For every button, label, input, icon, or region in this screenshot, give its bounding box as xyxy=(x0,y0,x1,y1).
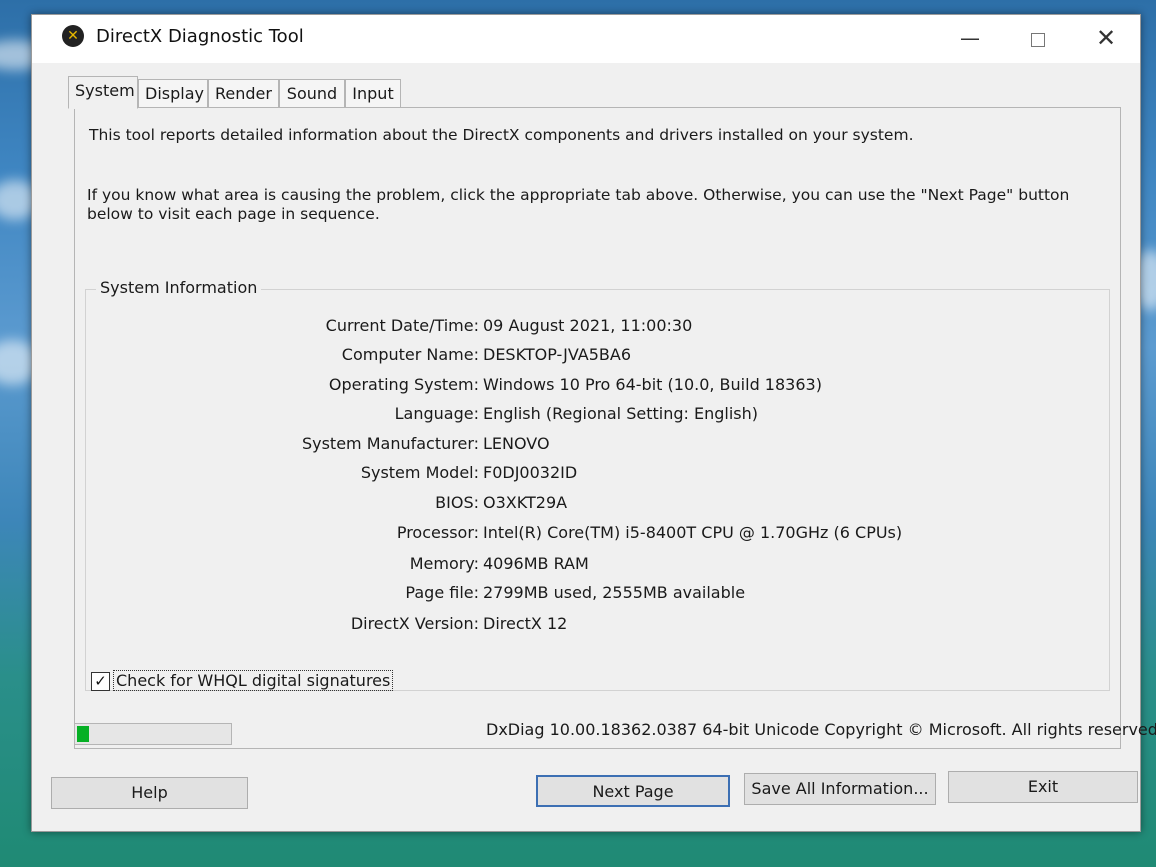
info-row-computer-name: Computer Name: DESKTOP-JVA5BA6 xyxy=(86,345,1086,371)
info-value: DirectX 12 xyxy=(483,614,568,633)
copyright-text: DxDiag 10.00.18362.0387 64-bit Unicode C… xyxy=(486,720,1156,739)
info-row-directx-version: DirectX Version: DirectX 12 xyxy=(86,614,1086,640)
info-value: English (Regional Setting: English) xyxy=(483,404,758,423)
info-value: 09 August 2021, 11:00:30 xyxy=(483,316,693,335)
instructions-text: If you know what area is causing the pro… xyxy=(87,186,1070,223)
info-row-date-time: Current Date/Time: 09 August 2021, 11:00… xyxy=(86,316,1086,342)
info-value: Windows 10 Pro 64-bit (10.0, Build 18363… xyxy=(483,375,822,394)
close-button[interactable]: ✕ xyxy=(1084,23,1128,53)
system-information-group: System Information Current Date/Time: 09… xyxy=(85,278,1110,691)
progress-bar xyxy=(74,723,232,745)
info-row-bios: BIOS: O3XKT29A xyxy=(86,493,1086,519)
tab-render[interactable]: Render xyxy=(208,79,279,108)
title-bar[interactable]: ✕ DirectX Diagnostic Tool — ✕ xyxy=(32,15,1140,63)
info-row-model: System Model: F0DJ0032ID xyxy=(86,463,1086,489)
tab-input[interactable]: Input xyxy=(345,79,401,108)
tab-display[interactable]: Display xyxy=(138,79,208,108)
info-row-page-file: Page file: 2799MB used, 2555MB available xyxy=(86,583,1086,609)
maximize-button[interactable] xyxy=(1016,23,1060,53)
info-row-memory: Memory: 4096MB RAM xyxy=(86,554,1086,580)
info-label: Language: xyxy=(394,404,479,423)
exit-button[interactable]: Exit xyxy=(948,771,1138,803)
info-label: Current Date/Time: xyxy=(325,316,479,335)
info-value: F0DJ0032ID xyxy=(483,463,578,482)
minimize-button[interactable]: — xyxy=(948,23,992,53)
info-value: O3XKT29A xyxy=(483,493,568,512)
info-label: Memory: xyxy=(409,554,479,573)
help-button[interactable]: Help xyxy=(51,777,248,809)
info-value: LENOVO xyxy=(483,434,550,453)
info-row-language: Language: English (Regional Setting: Eng… xyxy=(86,404,1086,430)
info-value: DESKTOP-JVA5BA6 xyxy=(483,345,632,364)
window-title: DirectX Diagnostic Tool xyxy=(96,26,304,47)
info-label: System Model: xyxy=(360,463,479,482)
system-tab-panel: This tool reports detailed information a… xyxy=(74,107,1121,749)
save-all-information-button[interactable]: Save All Information... xyxy=(744,773,936,805)
maximize-icon xyxy=(1031,32,1045,47)
info-label: Processor: xyxy=(396,523,479,542)
info-value: Intel(R) Core(TM) i5-8400T CPU @ 1.70GHz… xyxy=(483,523,903,542)
intro-text: This tool reports detailed information a… xyxy=(89,126,914,144)
dxdiag-window: ✕ DirectX Diagnostic Tool — ✕ System Dis… xyxy=(31,14,1156,832)
info-label: BIOS: xyxy=(435,493,479,512)
info-value: 2799MB used, 2555MB available xyxy=(483,583,746,602)
info-label: DirectX Version: xyxy=(350,614,479,633)
group-title: System Information xyxy=(96,278,262,297)
directx-app-icon: ✕ xyxy=(62,25,84,47)
info-row-processor: Processor: Intel(R) Core(TM) i5-8400T CP… xyxy=(86,523,1086,549)
info-row-manufacturer: System Manufacturer: LENOVO xyxy=(86,434,1086,460)
info-label: Operating System: xyxy=(328,375,479,394)
info-row-operating-system: Operating System: Windows 10 Pro 64-bit … xyxy=(86,375,1086,401)
whql-checkbox-label[interactable]: Check for WHQL digital signatures xyxy=(113,670,394,691)
next-page-button[interactable]: Next Page xyxy=(536,775,730,807)
tab-sound[interactable]: Sound xyxy=(279,79,345,108)
whql-checkbox[interactable]: ✓ xyxy=(91,672,110,691)
info-label: Page file: xyxy=(405,583,479,602)
info-label: System Manufacturer: xyxy=(301,434,479,453)
progress-fill xyxy=(77,726,89,742)
tab-system[interactable]: System xyxy=(68,76,138,109)
info-value: 4096MB RAM xyxy=(483,554,589,573)
info-label: Computer Name: xyxy=(341,345,479,364)
